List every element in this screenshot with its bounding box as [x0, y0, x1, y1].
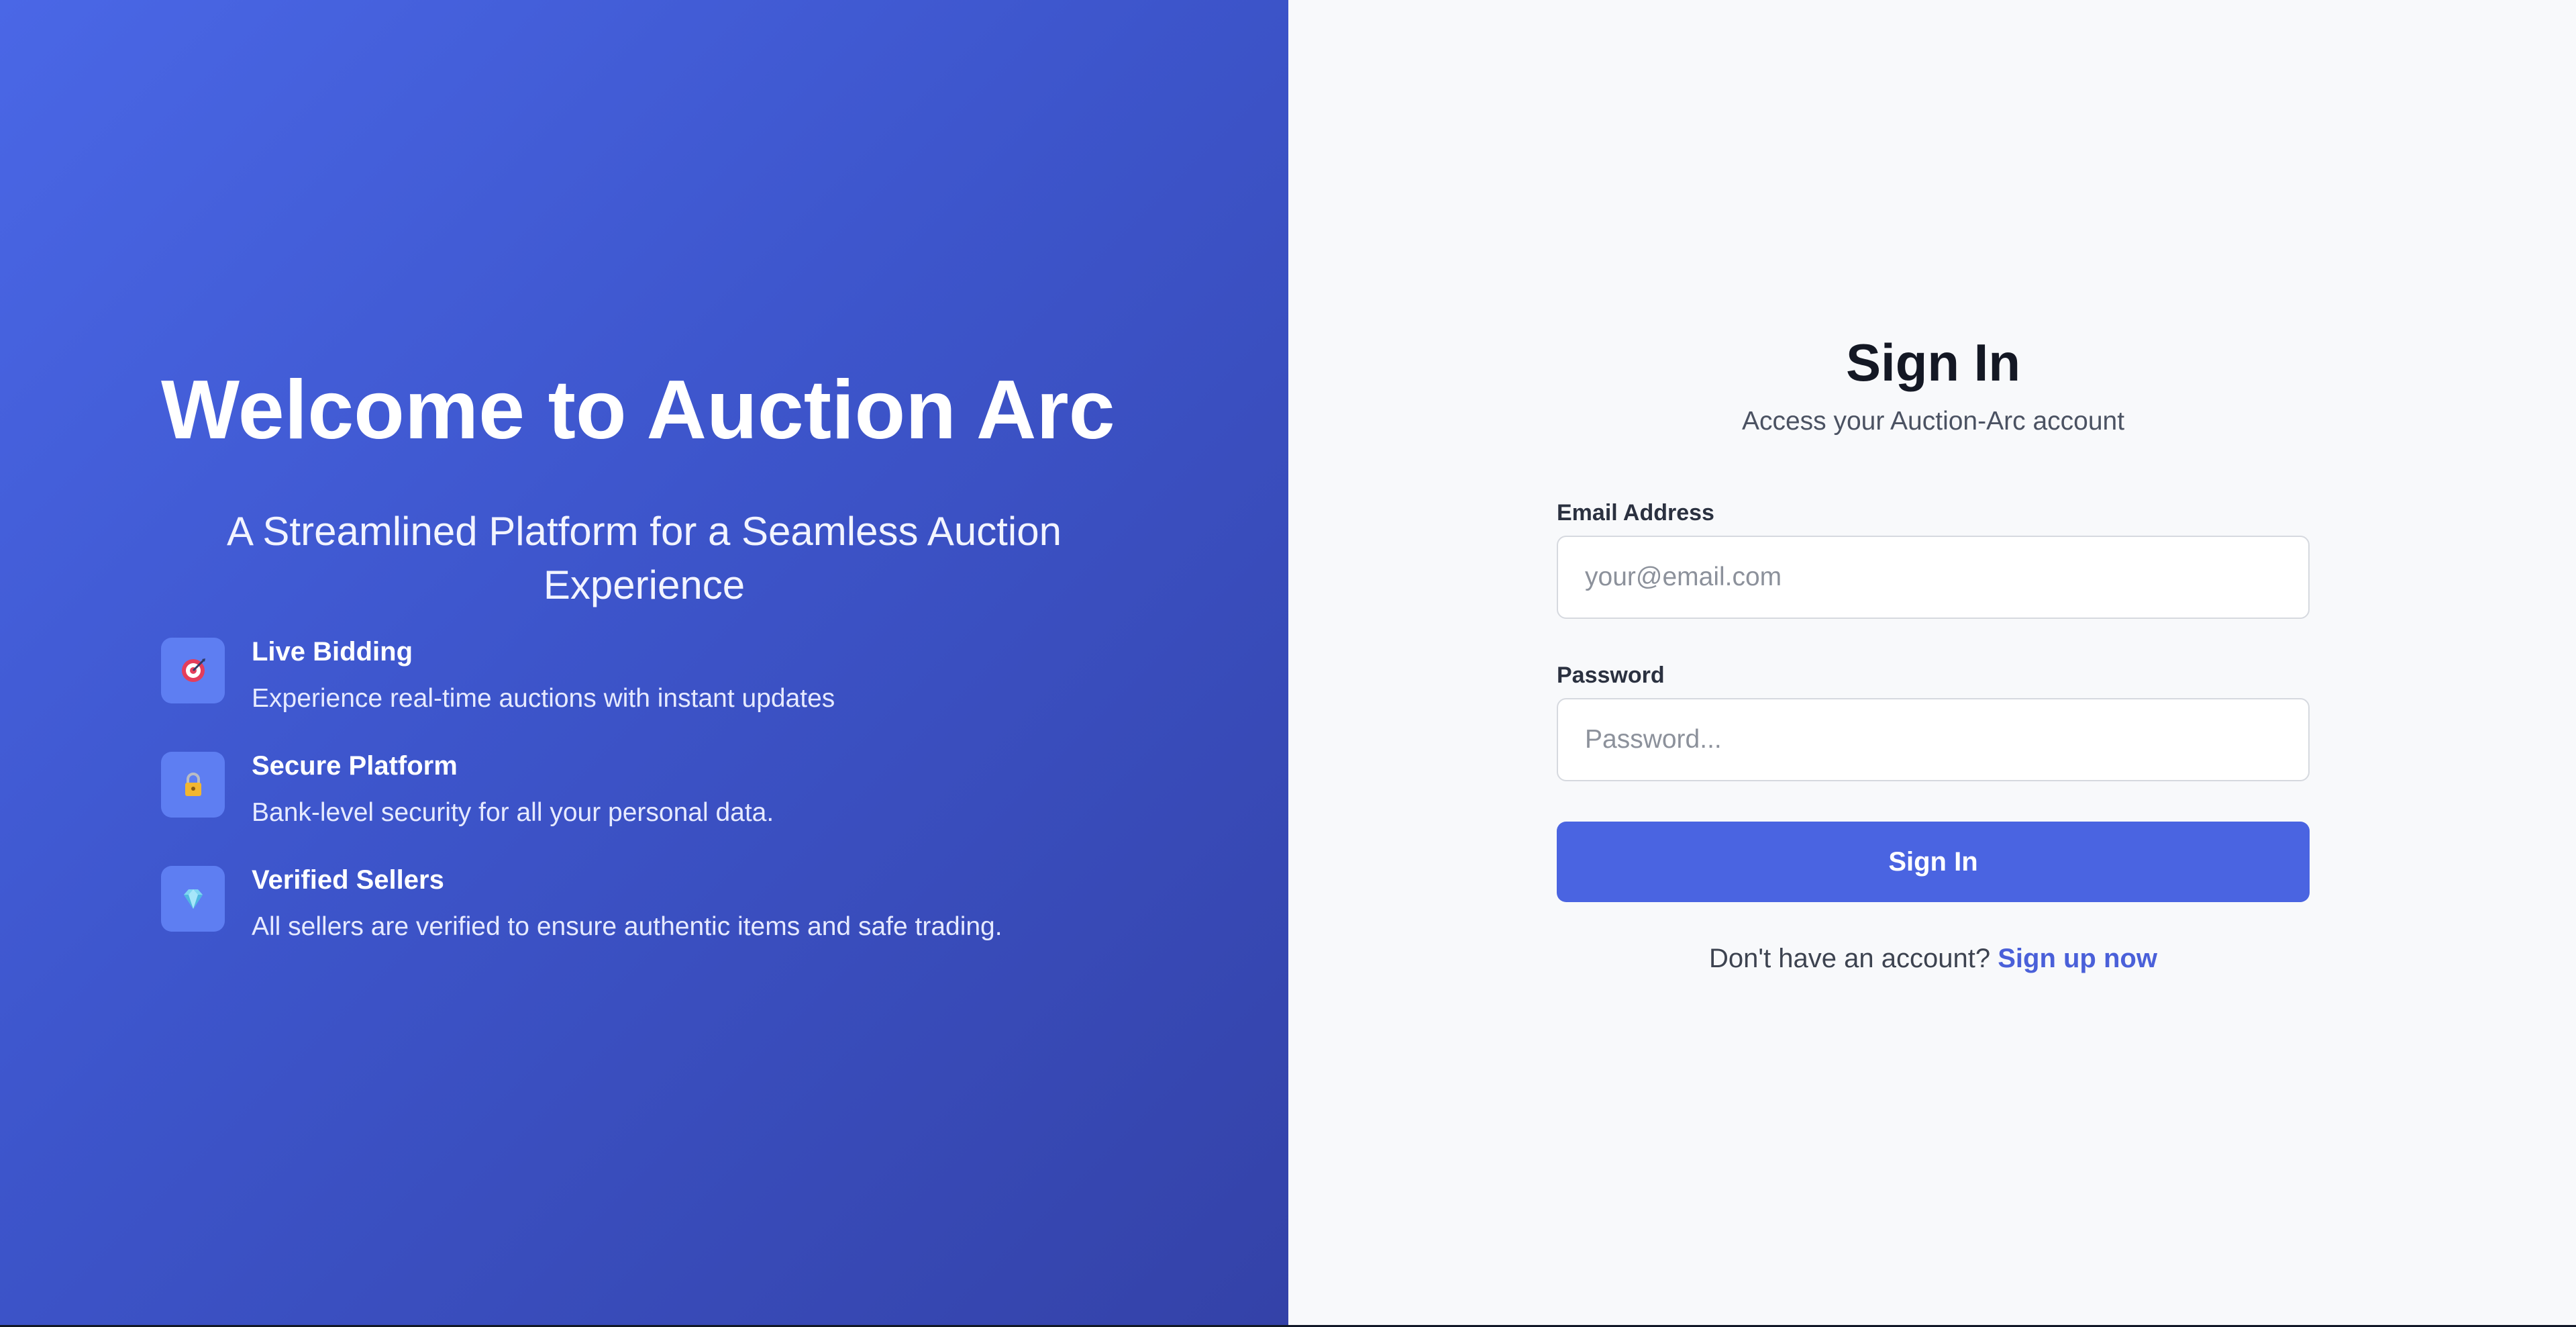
hero-title: Welcome to Auction Arc	[161, 364, 1115, 456]
feature-title: Live Bidding	[252, 637, 413, 667]
password-label: Password	[1557, 662, 1665, 688]
hero-subtitle: A Streamlined Platform for a Seamless Au…	[227, 509, 1062, 607]
feature-item-secure-platform: Secure Platform Bank-level security for …	[161, 751, 1235, 866]
feature-description: All sellers are verified to ensure authe…	[252, 912, 1002, 941]
email-field[interactable]	[1557, 536, 2310, 619]
signup-prompt: Don't have an account?	[1709, 944, 1991, 973]
feature-description: Experience real-time auctions with insta…	[252, 684, 835, 713]
gem-icon	[161, 866, 225, 932]
sign-in-button[interactable]: Sign In	[1557, 822, 2310, 902]
signin-page: Welcome to Auction Arc A Streamlined Pla…	[0, 0, 2576, 1325]
signin-title: Sign In	[1846, 333, 2020, 392]
feature-item-live-bidding: Live Bidding Experience real-time auctio…	[161, 637, 1235, 752]
feature-title: Secure Platform	[252, 751, 458, 781]
signin-panel: Sign In Access your Auction-Arc account …	[1288, 0, 2576, 1325]
lock-icon	[161, 752, 225, 818]
signup-prompt-line: Don't have an account? Sign up now	[1557, 941, 2310, 976]
target-icon	[161, 638, 225, 703]
feature-description: Bank-level security for all your persona…	[252, 798, 774, 827]
password-field[interactable]	[1557, 698, 2310, 781]
feature-item-verified-sellers: Verified Sellers All sellers are verifie…	[161, 865, 1235, 980]
feature-title: Verified Sellers	[252, 865, 444, 895]
signin-form: Sign In Access your Auction-Arc account …	[1557, 329, 2310, 976]
signup-link[interactable]: Sign up now	[1998, 944, 2157, 973]
hero-panel: Welcome to Auction Arc A Streamlined Pla…	[0, 0, 1288, 1325]
email-label: Email Address	[1557, 500, 1714, 526]
feature-list: Live Bidding Experience real-time auctio…	[161, 637, 1235, 980]
signin-subtitle: Access your Auction-Arc account	[1741, 407, 2125, 436]
